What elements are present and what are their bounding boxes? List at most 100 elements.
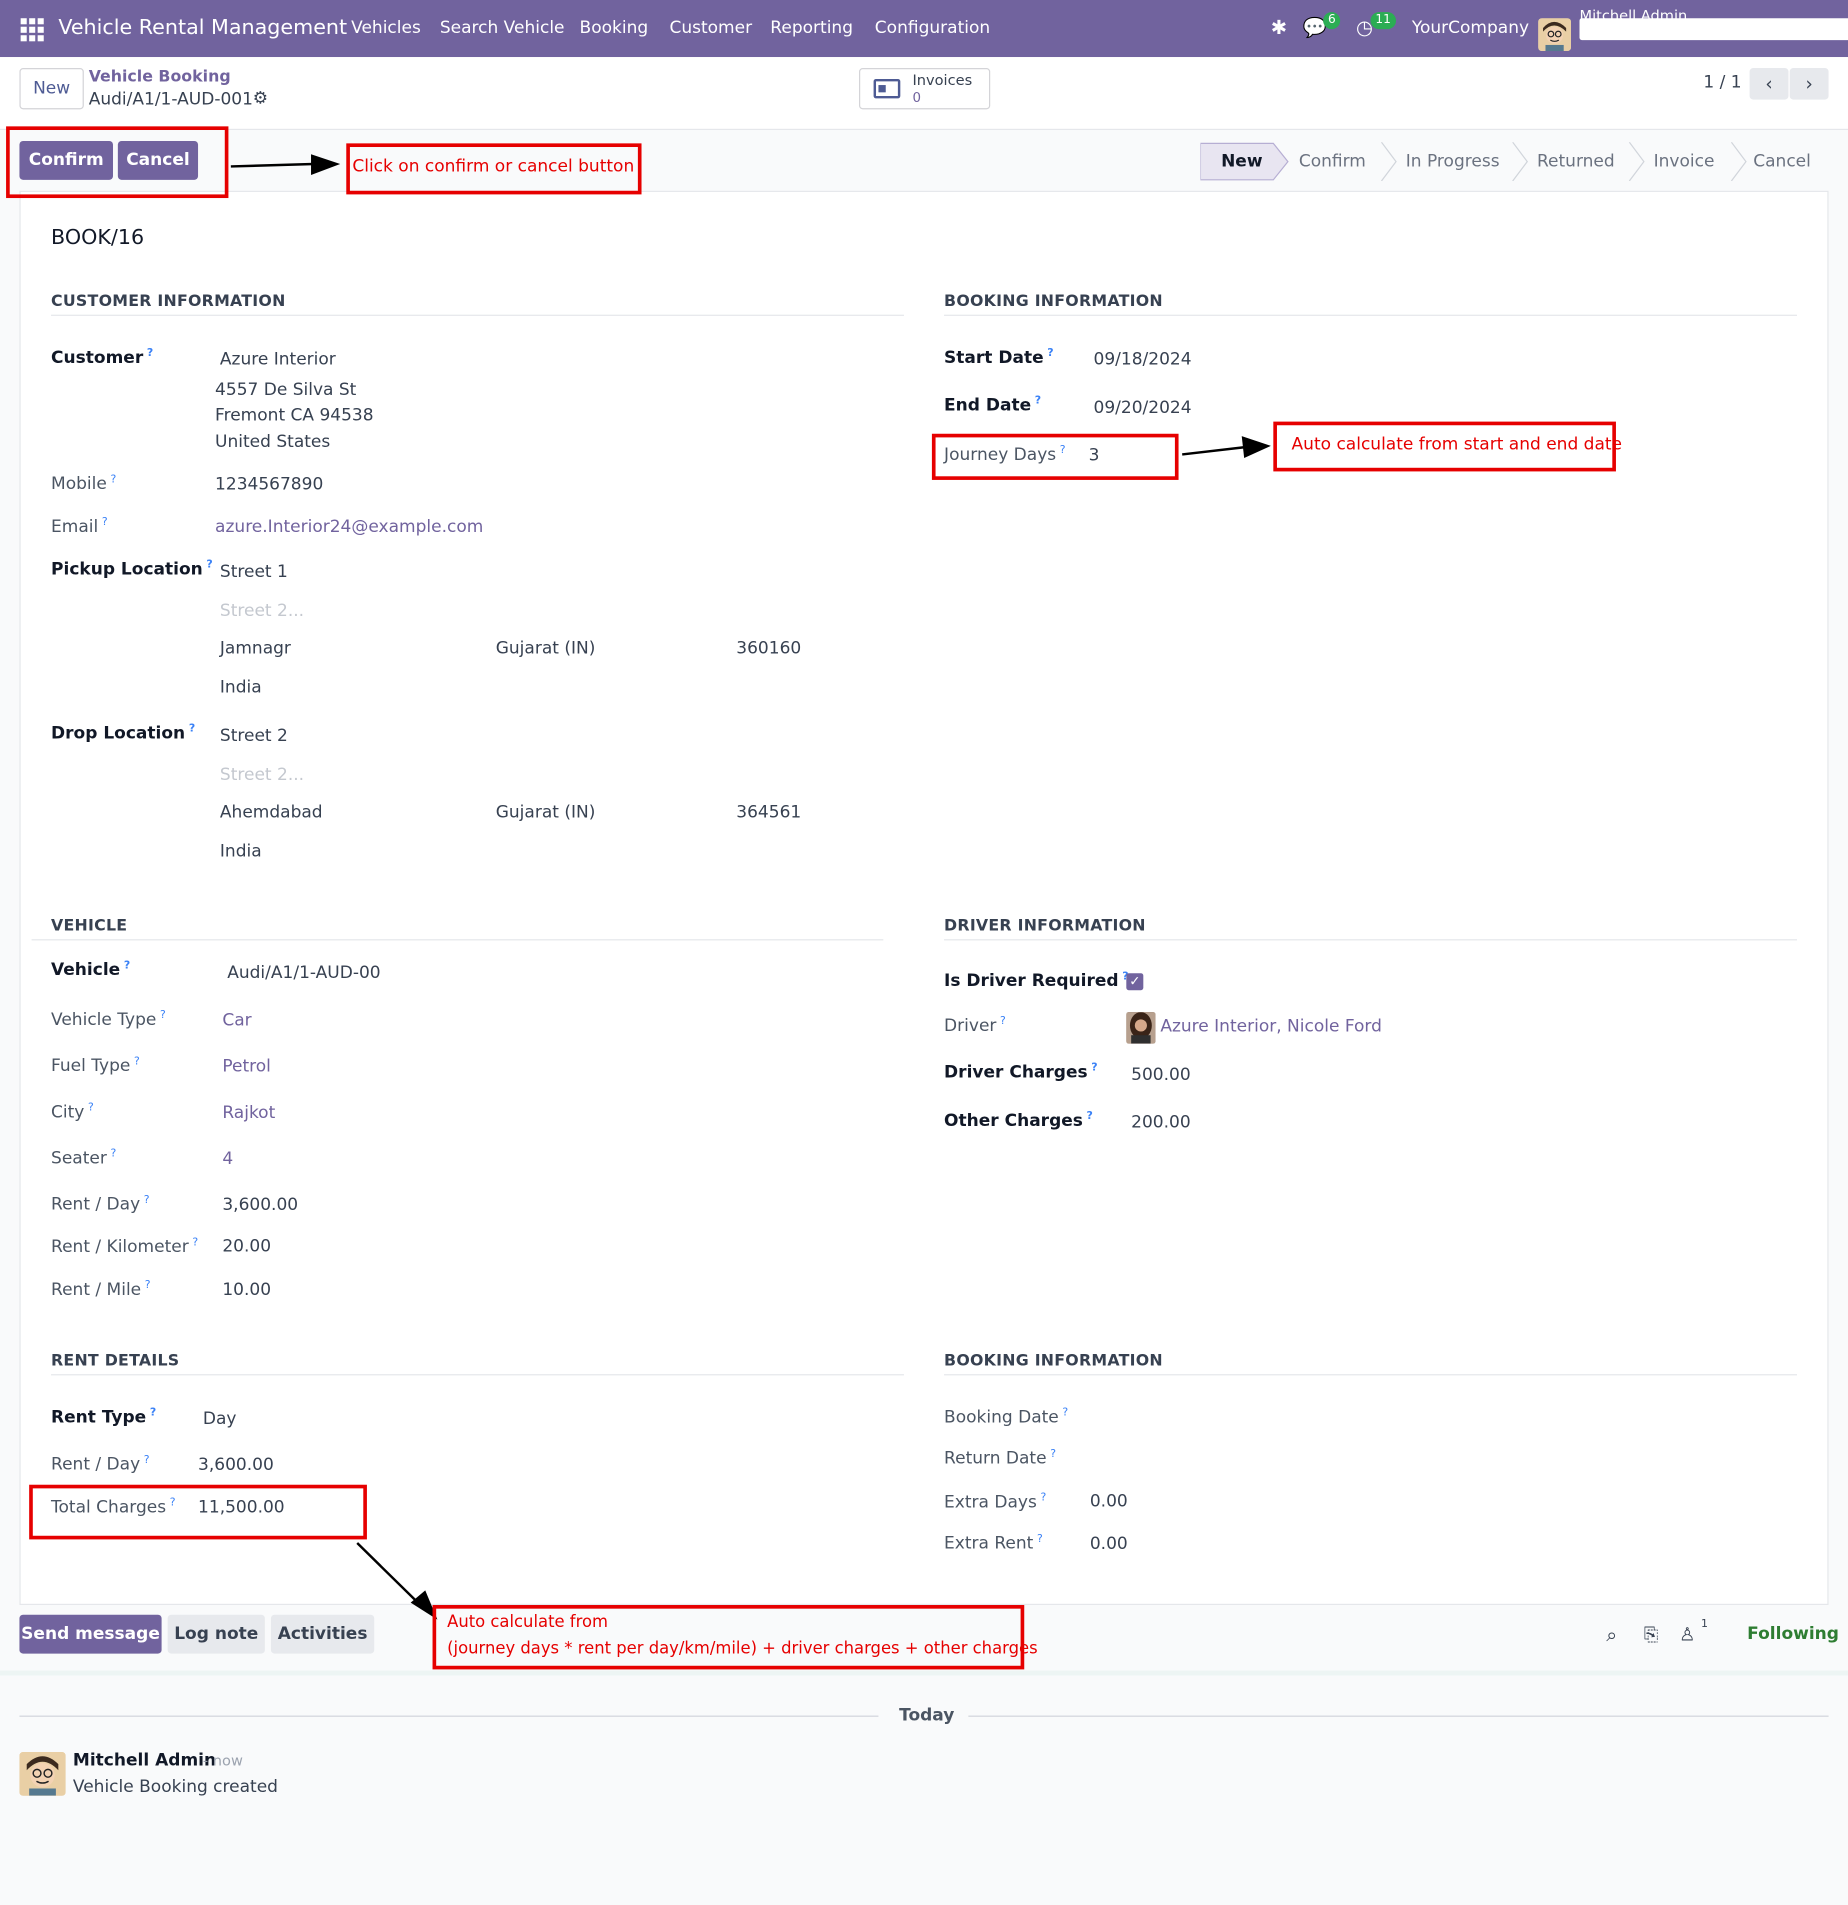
message-body: Vehicle Booking created — [72, 1777, 278, 1797]
extra-days-field[interactable]: 0.00 — [1090, 1492, 1128, 1511]
activities-count-badge: 11 — [1370, 12, 1396, 30]
gear-icon[interactable]: ⚙ — [253, 89, 268, 108]
rent-kilometer-field[interactable]: 20.00 — [222, 1237, 271, 1256]
rent-details-rent-day-label: Rent / Day? — [51, 1454, 150, 1475]
fuel-type-label: Fuel Type? — [51, 1055, 140, 1077]
rent-mile-field[interactable]: 10.00 — [222, 1281, 271, 1300]
email-field[interactable]: azure.Interior24@example.com — [215, 518, 483, 537]
customer-field[interactable]: Azure Interior — [220, 350, 336, 369]
booking-reference: BOOK/16 — [51, 225, 145, 251]
rent-mile-label: Rent / Mile? — [51, 1279, 151, 1300]
rent-day-field[interactable]: 3,600.00 — [222, 1196, 298, 1215]
mobile-field[interactable]: 1234567890 — [215, 475, 323, 494]
pickup-street-field[interactable]: Street 1 — [220, 563, 288, 582]
app-title[interactable]: Vehicle Rental Management — [58, 16, 347, 40]
stage-new[interactable]: New — [1221, 142, 1262, 181]
drop-street2-field[interactable]: Street 2... — [220, 765, 304, 784]
new-record-button[interactable]: New — [19, 68, 84, 110]
today-separator-left — [19, 1715, 879, 1717]
return-date-label: Return Date? — [944, 1448, 1057, 1469]
drop-state-field[interactable]: Gujarat (IN) — [496, 803, 596, 822]
breadcrumb-vehicle-booking[interactable]: Vehicle Booking — [89, 68, 231, 86]
following-button[interactable]: Following — [1747, 1624, 1839, 1643]
other-charges-field[interactable]: 200.00 — [1131, 1113, 1191, 1132]
drop-city-field[interactable]: Ahemdabad — [220, 803, 323, 822]
vehicle-type-label: Vehicle Type? — [51, 1009, 166, 1030]
vehicle-type-field[interactable]: Car — [222, 1011, 251, 1030]
follower-icon[interactable]: ♙ — [1679, 1623, 1695, 1645]
booking-section-divider — [944, 314, 1797, 316]
driver-field[interactable]: Azure Interior, Nicole Ford — [1160, 1017, 1382, 1036]
fuel-type-field[interactable]: Petrol — [222, 1057, 271, 1076]
pager-previous-button[interactable]: ‹ — [1749, 68, 1789, 100]
message-time: - now — [202, 1752, 243, 1770]
stage-cancel[interactable]: Cancel — [1753, 142, 1811, 181]
record-name: Audi/A1/1-AUD-001 — [88, 89, 253, 110]
annotation-total-box — [29, 1484, 367, 1540]
drop-zip-field[interactable]: 364561 — [736, 803, 801, 822]
menu-booking[interactable]: Booking — [580, 18, 649, 37]
menu-customer[interactable]: Customer — [669, 18, 752, 37]
search-icon[interactable]: ⌕ — [1606, 1623, 1617, 1647]
customer-address-line2: Fremont CA 94538 — [215, 405, 374, 426]
pickup-zip-field[interactable]: 360160 — [736, 639, 801, 658]
menu-search-vehicle[interactable]: Search Vehicle — [440, 18, 565, 37]
pager-value[interactable]: 1 / 1 — [1703, 73, 1741, 92]
page-root: Vehicle Rental Management Vehicles Searc… — [0, 0, 1848, 1904]
rent-section-title: RENT DETAILS — [51, 1352, 180, 1371]
vehicle-field[interactable]: Audi/A1/1-AUD-00 — [227, 963, 380, 982]
driver-charges-field[interactable]: 500.00 — [1131, 1066, 1191, 1085]
pager-next-button[interactable]: › — [1789, 68, 1829, 100]
menu-configuration[interactable]: Configuration — [875, 18, 990, 37]
today-label: Today — [899, 1705, 955, 1726]
invoices-count: 0 — [912, 89, 921, 106]
city-field[interactable]: Rajkot — [222, 1103, 275, 1122]
rent-details-rent-day-field[interactable]: 3,600.00 — [198, 1456, 274, 1475]
drop-country-field[interactable]: India — [220, 842, 262, 861]
stage-confirm[interactable]: Confirm — [1299, 142, 1366, 181]
pickup-street2-field[interactable]: Street 2... — [220, 601, 304, 620]
pickup-city-field[interactable]: Jamnagr — [220, 639, 291, 658]
rent-day-label: Rent / Day? — [51, 1194, 150, 1215]
vehicle-section-title: VEHICLE — [51, 917, 128, 936]
start-date-field[interactable]: 09/18/2024 — [1094, 350, 1192, 369]
user-avatar[interactable] — [1538, 18, 1571, 52]
customer-address-line1: 4557 De Silva St — [215, 380, 357, 400]
driver-section-title: DRIVER INFORMATION — [944, 917, 1146, 936]
menu-vehicles[interactable]: Vehicles — [351, 18, 421, 37]
stage-returned[interactable]: Returned — [1537, 142, 1615, 181]
stage-invoice[interactable]: Invoice — [1654, 142, 1715, 181]
seater-field[interactable]: 4 — [222, 1149, 233, 1168]
pickup-state-field[interactable]: Gujarat (IN) — [496, 639, 596, 658]
driver-required-label: Is Driver Required? — [944, 971, 1129, 992]
rent-type-field[interactable]: Day — [203, 1409, 237, 1428]
extra-days-label: Extra Days? — [944, 1492, 1047, 1513]
invoices-smart-button[interactable]: Invoices 0 — [859, 68, 991, 110]
pickup-country-field[interactable]: India — [220, 678, 262, 697]
today-separator-right — [968, 1715, 1829, 1717]
checkbox-icon[interactable]: ✓ — [1126, 973, 1144, 991]
paperclip-icon[interactable]: ⎘ — [1644, 1623, 1659, 1645]
invoice-icon — [873, 78, 901, 99]
end-date-field[interactable]: 09/20/2024 — [1094, 399, 1192, 418]
apps-grid-icon[interactable] — [20, 18, 44, 42]
start-date-label: Start Date? — [944, 347, 1054, 368]
annotation-total-note-line1: Auto calculate from — [447, 1612, 608, 1632]
messages-count-badge: 6 — [1323, 12, 1341, 30]
log-note-button[interactable]: Log note — [167, 1614, 265, 1654]
extra-rent-label: Extra Rent? — [944, 1533, 1043, 1554]
message-author-avatar[interactable] — [19, 1752, 66, 1796]
booking-section-title: BOOKING INFORMATION — [944, 292, 1163, 312]
database-name: sh_vehicle_rental_mgt_sys — [1608, 19, 1848, 39]
drop-street-field[interactable]: Street 2 — [220, 727, 288, 746]
driver-label: Driver? — [944, 1015, 1006, 1036]
send-message-button[interactable]: Send message — [19, 1614, 162, 1654]
vehicle-label: Vehicle? — [51, 959, 131, 981]
bug-icon[interactable]: ✱ — [1271, 16, 1287, 39]
company-switcher[interactable]: YourCompany — [1412, 18, 1529, 37]
menu-reporting[interactable]: Reporting — [770, 18, 853, 37]
extra-rent-field[interactable]: 0.00 — [1090, 1535, 1128, 1554]
stage-in-progress[interactable]: In Progress — [1406, 142, 1500, 181]
database-badge: ⛁ sh_vehicle_rental_mgt_sys — [1579, 18, 1848, 41]
message-author: Mitchell Admin — [72, 1750, 217, 1771]
